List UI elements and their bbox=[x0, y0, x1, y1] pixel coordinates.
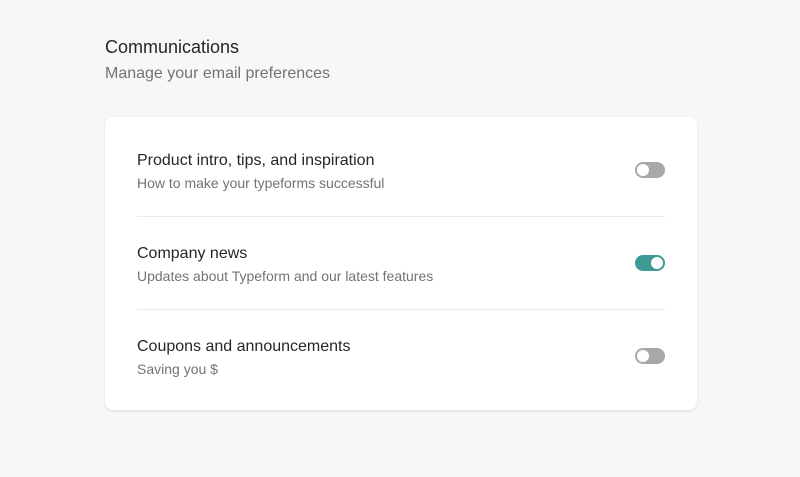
preference-text: Coupons and announcements Saving you $ bbox=[137, 337, 351, 378]
preference-label: Coupons and announcements bbox=[137, 338, 351, 355]
preference-row-coupons: Coupons and announcements Saving you $ bbox=[137, 303, 665, 396]
preference-row-product-intro: Product intro, tips, and inspiration How… bbox=[137, 117, 665, 210]
communications-section: Communications Manage your email prefere… bbox=[105, 36, 697, 410]
preference-description: How to make your typeforms successful bbox=[137, 175, 385, 191]
page-title: Communications bbox=[105, 37, 240, 57]
toggle-knob bbox=[637, 350, 649, 362]
preference-description: Saving you $ bbox=[137, 361, 218, 377]
toggle-knob bbox=[637, 164, 649, 176]
preference-description: Updates about Typeform and our latest fe… bbox=[137, 268, 434, 284]
page-subtitle: Manage your email preferences bbox=[105, 65, 331, 82]
preference-label: Product intro, tips, and inspiration bbox=[137, 152, 375, 169]
preference-text: Company news Updates about Typeform and … bbox=[137, 244, 433, 285]
preference-row-company-news: Company news Updates about Typeform and … bbox=[137, 210, 665, 303]
preference-label: Company news bbox=[137, 245, 248, 262]
coupons-toggle[interactable] bbox=[635, 348, 665, 364]
product-intro-toggle[interactable] bbox=[635, 162, 665, 178]
preferences-card: Product intro, tips, and inspiration How… bbox=[105, 117, 697, 410]
preference-text: Product intro, tips, and inspiration How… bbox=[137, 151, 384, 192]
toggle-knob bbox=[651, 257, 663, 269]
company-news-toggle[interactable] bbox=[635, 255, 665, 271]
